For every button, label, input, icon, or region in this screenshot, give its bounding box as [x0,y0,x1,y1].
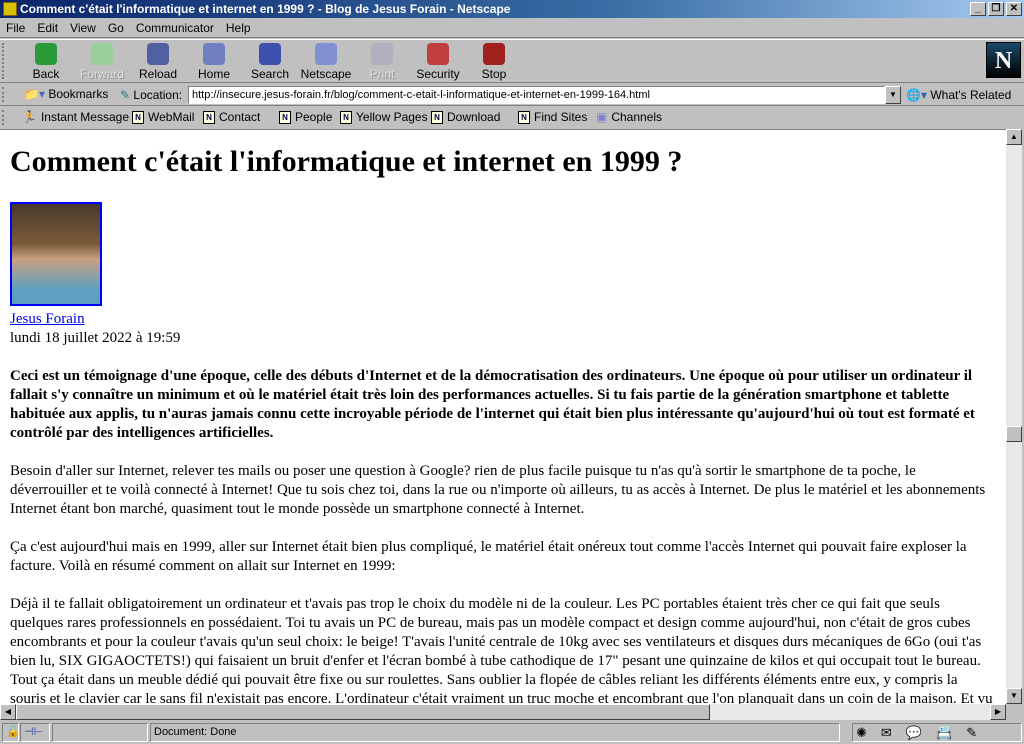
personal-download[interactable]: N Download [431,110,500,124]
composer-icon[interactable]: ✎ [966,724,977,741]
component-bar: ✺ ✉ 💬 📇 ✎ [852,723,1022,742]
reload-icon [147,43,169,65]
maximize-button[interactable]: ❐ [988,2,1004,16]
vertical-scrollbar[interactable]: ▲ ▼ [1006,129,1022,704]
scroll-up-button[interactable]: ▲ [1006,129,1022,145]
home-button[interactable]: Home [186,43,242,81]
globe-icon: 🌐▾ [906,88,927,102]
personal-yellow-pages[interactable]: N Yellow Pages [340,110,428,124]
stop-icon [483,43,505,65]
personal-toolbar: 🏃 Instant Message N WebMail N Contact N People N… [0,107,1024,128]
scroll-left-button[interactable]: ◀ [0,704,16,720]
author-link[interactable]: Jesus Forain [10,310,996,329]
search-icon [259,43,281,65]
toolbar-grip[interactable] [2,87,8,102]
title-bar: Comment c'était l'informatique et intern… [0,0,1024,18]
location-label: ✎ Location: [120,88,183,102]
close-button[interactable]: ✕ [1006,2,1022,16]
instant-message-icon: 🏃 [22,110,37,124]
status-bar: 🔓 ⊣⊢ Document: Done ✺ ✉ 💬 📇 ✎ [0,721,1024,744]
personal-people[interactable]: N People [279,110,332,124]
home-icon [203,43,225,65]
mail-icon[interactable]: ✉ [881,724,892,741]
minimize-button[interactable]: _ [970,2,986,16]
menu-help[interactable]: Help [226,18,251,37]
menu-edit[interactable]: Edit [37,18,58,37]
netscape-page-icon: N [203,110,215,124]
forward-arrow-icon [91,43,113,65]
horizontal-scroll-thumb[interactable] [16,704,710,720]
personal-webmail[interactable]: N WebMail [132,110,194,124]
navigator-icon[interactable]: ✺ [856,724,867,741]
security-button[interactable]: Security [410,43,466,81]
personal-instant-message[interactable]: 🏃 Instant Message [22,110,129,124]
print-button: Print [354,43,410,81]
article-date: lundi 18 juillet 2022 à 19:59 [10,330,181,346]
location-toolbar: 📁▾ Bookmarks ✎ Location: http://insecure… [0,84,1024,106]
progress-bar [52,723,148,742]
personal-channels[interactable]: ▣ Channels [596,110,662,124]
back-arrow-icon [35,43,57,65]
netscape-button[interactable]: Netscape [298,43,354,81]
vertical-scroll-thumb[interactable] [1006,426,1022,442]
menu-view[interactable]: View [70,18,96,37]
bookmarks-button[interactable]: 📁▾ Bookmarks [24,87,108,101]
scroll-down-button[interactable]: ▼ [1006,688,1022,704]
security-lock-icon[interactable]: 🔓 [2,723,20,742]
my-netscape-icon [315,43,337,65]
netscape-logo[interactable]: N [986,42,1021,78]
article-lead: Ceci est un témoignage d'une époque, cel… [10,368,975,441]
connection-icon: ⊣⊢ [20,723,50,742]
horizontal-scrollbar[interactable]: ◀ ▶ [0,704,1006,720]
reload-button[interactable]: Reload [130,43,186,81]
navigation-toolbar: Back Forward Reload Home Search Netscape Print… [0,39,1024,83]
netscape-page-icon: N [340,110,352,124]
netscape-app-icon [3,2,17,16]
article-paragraph: Déjà il te fallait obligatoirement un or… [10,596,993,704]
menu-communicator[interactable]: Communicator [136,18,214,37]
status-text: Document: Done [150,723,840,742]
article-title: Comment c'était l'informatique et intern… [10,145,683,178]
netscape-page-icon: N [518,110,530,124]
bookmarks-icon: 📁▾ [24,87,45,101]
stop-button[interactable]: Stop [466,43,522,81]
netscape-page-icon: N [132,110,144,124]
url-dropdown-button[interactable]: ▼ [885,86,901,104]
personal-find-sites[interactable]: N Find Sites [518,110,587,124]
print-icon [371,43,393,65]
netscape-page-icon: N [431,110,443,124]
whats-related-button[interactable]: 🌐▾ What's Related [906,88,1011,102]
search-button[interactable]: Search [242,43,298,81]
netscape-page-icon: N [279,110,291,124]
scroll-right-button[interactable]: ▶ [990,704,1006,720]
menu-bar: File Edit View Go Communicator Help [0,18,1024,38]
channels-icon: ▣ [596,110,608,124]
padlock-icon [427,43,449,65]
menu-go[interactable]: Go [108,18,124,37]
address-book-icon[interactable]: 📇 [936,724,952,741]
article-paragraph: Besoin d'aller sur Internet, relever tes… [10,463,986,517]
page-proxy-icon[interactable]: ✎ [120,88,130,102]
menu-file[interactable]: File [6,18,25,37]
forward-button: Forward [74,43,130,81]
author-avatar[interactable] [10,202,102,306]
article-paragraph: Ça c'est aujourd'hui mais en 1999, aller… [10,539,967,574]
newsgroups-icon[interactable]: 💬 [906,724,922,741]
toolbar-grip[interactable] [2,110,8,125]
personal-contact[interactable]: N Contact [203,110,260,124]
page-content: Comment c'était l'informatique et intern… [0,129,1006,704]
toolbar-grip[interactable] [2,43,8,79]
back-button[interactable]: Back [18,43,74,81]
url-input[interactable]: http://insecure.jesus-forain.fr/blog/com… [188,86,885,104]
window-title: Comment c'était l'informatique et intern… [20,2,511,16]
